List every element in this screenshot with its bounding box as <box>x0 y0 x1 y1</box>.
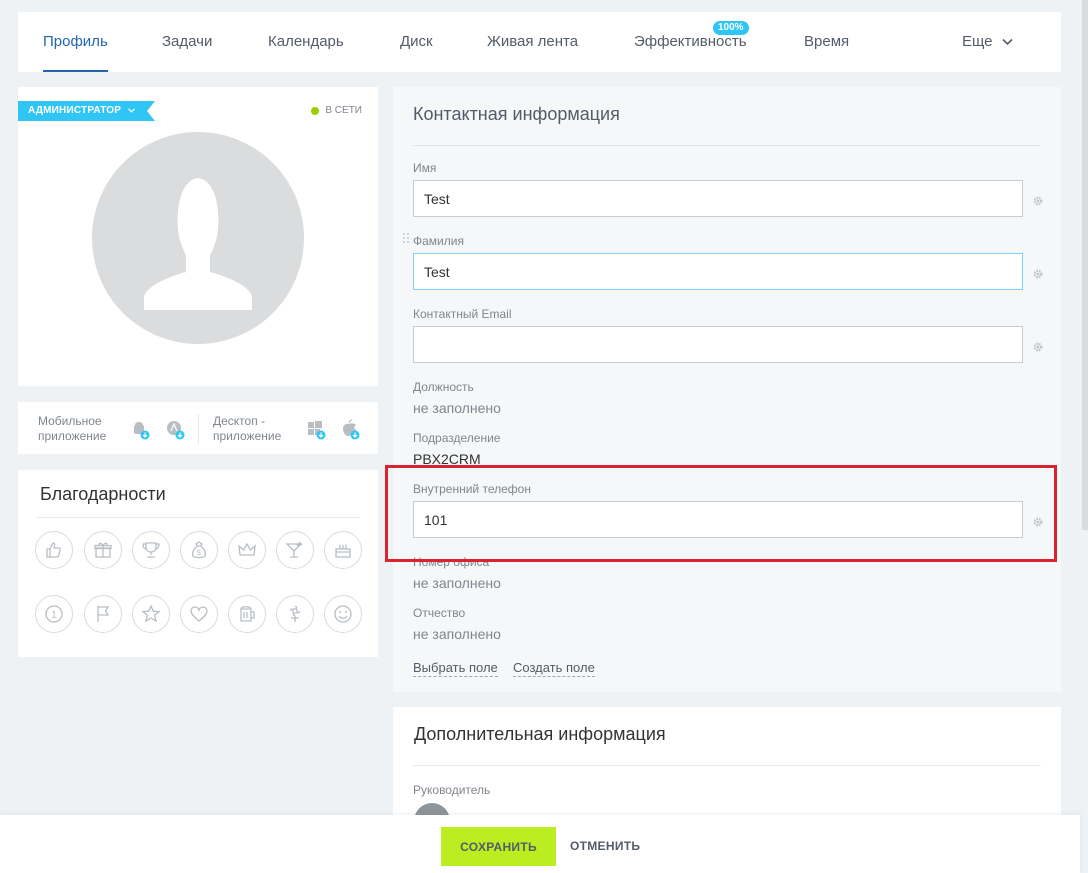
scrollbar[interactable] <box>1082 0 1088 530</box>
mac-download-icon[interactable] <box>341 419 360 440</box>
department-label: Подразделение <box>413 431 501 445</box>
manager-label: Руководитель <box>413 783 491 797</box>
tab-more[interactable]: Еще <box>962 12 1013 72</box>
online-status-label: В СЕТИ <box>325 105 362 116</box>
tab-efficiency-label: Эффективность <box>634 33 747 50</box>
create-field-link[interactable]: Создать поле <box>513 660 595 677</box>
user-silhouette-icon <box>144 178 252 310</box>
tab-efficiency[interactable]: Эффективность 100% <box>634 12 749 72</box>
role-badge[interactable]: АДМИНИСТРАТОР <box>18 101 156 121</box>
avatar[interactable] <box>92 132 304 344</box>
money-bag-icon[interactable]: $ <box>180 531 218 569</box>
thanks-title: Благодарности <box>40 484 166 504</box>
chevron-down-icon <box>128 105 136 116</box>
appstore-download-icon[interactable] <box>166 419 185 440</box>
star-icon[interactable] <box>132 595 170 633</box>
gear-icon[interactable] <box>1032 267 1044 279</box>
contact-info-card: Контактная информация Имя Фамилия Контак… <box>393 87 1061 692</box>
thanks-card: Благодарности $ 1 <box>18 470 378 657</box>
profile-tabs: Профиль Задачи Календарь Диск Живая лент… <box>18 12 1061 72</box>
cake-icon[interactable] <box>324 531 362 569</box>
tab-calendar[interactable]: Календарь <box>268 12 344 72</box>
email-input[interactable] <box>413 326 1023 363</box>
last-name-label: Фамилия <box>413 234 464 248</box>
divider <box>413 765 1041 766</box>
efficiency-badge: 100% <box>713 21 749 35</box>
number-one-icon[interactable]: 1 <box>35 595 73 633</box>
role-badge-label: АДМИНИСТРАТОР <box>28 105 122 116</box>
android-download-icon[interactable] <box>131 419 150 440</box>
online-dot-icon <box>311 106 320 115</box>
trophy-icon[interactable] <box>132 531 170 569</box>
first-name-label: Имя <box>413 161 437 175</box>
thumbs-up-icon[interactable] <box>35 531 73 569</box>
tab-live-feed[interactable]: Живая лента <box>487 12 578 72</box>
svg-text:1: 1 <box>51 610 57 621</box>
chevron-down-icon <box>999 35 1013 49</box>
cocktail-icon[interactable] <box>276 531 314 569</box>
crown-icon[interactable] <box>228 531 266 569</box>
email-label: Контактный Email <box>413 307 512 321</box>
drag-handle-icon[interactable] <box>402 232 410 246</box>
desktop-app-label: Десктоп - приложение <box>213 414 282 443</box>
tab-time[interactable]: Время <box>804 12 849 72</box>
mobile-app-label: Мобильное приложение <box>38 414 107 443</box>
select-field-link[interactable]: Выбрать поле <box>413 660 498 677</box>
last-name-input[interactable] <box>413 253 1023 290</box>
tab-disk[interactable]: Диск <box>400 12 433 72</box>
avatar-card: АДМИНИСТРАТОР В СЕТИ <box>18 87 378 386</box>
online-status: В СЕТИ <box>311 105 362 116</box>
first-name-input[interactable] <box>413 180 1023 217</box>
cancel-button[interactable]: ОТМЕНИТЬ <box>570 827 640 866</box>
patronymic-value[interactable]: не заполнено <box>413 626 501 642</box>
svg-text:$: $ <box>197 550 201 557</box>
smile-icon[interactable] <box>324 595 362 633</box>
beer-icon[interactable] <box>228 595 266 633</box>
windows-download-icon[interactable] <box>307 419 326 440</box>
gear-icon[interactable] <box>1032 340 1044 352</box>
heart-icon[interactable] <box>180 595 218 633</box>
flag-icon[interactable] <box>84 595 122 633</box>
tab-tasks[interactable]: Задачи <box>162 12 212 72</box>
flower-icon[interactable] <box>276 595 314 633</box>
additional-info-title: Дополнительная информация <box>414 724 666 744</box>
position-label: Должность <box>413 380 474 394</box>
divider <box>413 145 1041 146</box>
position-value[interactable]: не заполнено <box>413 400 501 416</box>
patronymic-label: Отчество <box>413 606 466 620</box>
tab-more-label: Еще <box>962 33 993 50</box>
apps-card: Мобильное приложение Десктоп - приложени… <box>18 402 378 454</box>
gift-icon[interactable] <box>84 531 122 569</box>
tab-profile[interactable]: Профиль <box>43 12 108 72</box>
save-button[interactable]: СОХРАНИТЬ <box>441 827 556 866</box>
gear-icon[interactable] <box>1032 194 1044 206</box>
divider <box>36 517 360 518</box>
apps-divider <box>198 414 199 444</box>
highlight-frame <box>385 465 1057 562</box>
action-bar: СОХРАНИТЬ ОТМЕНИТЬ <box>0 815 1080 873</box>
contact-info-title: Контактная информация <box>413 104 620 124</box>
room-value[interactable]: не заполнено <box>413 575 501 591</box>
